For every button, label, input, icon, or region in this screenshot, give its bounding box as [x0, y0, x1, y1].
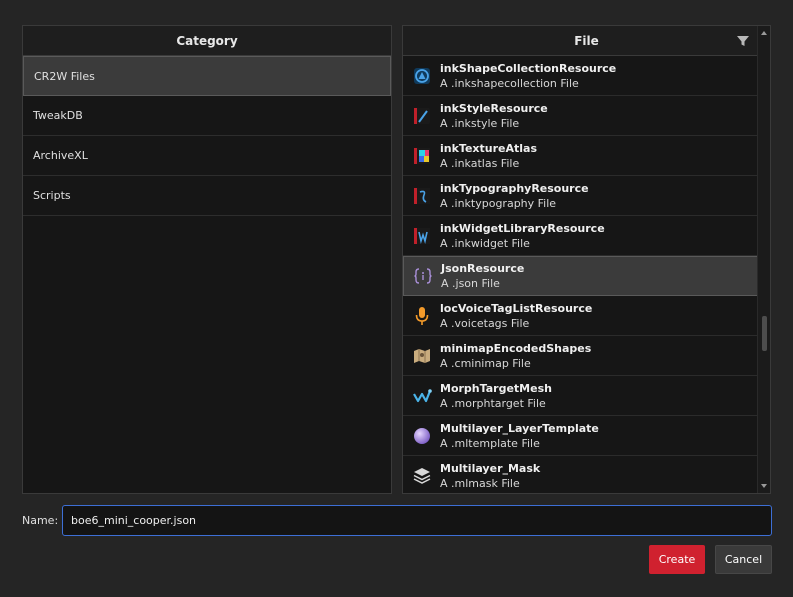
- name-label: Name:: [22, 514, 59, 527]
- file-name: inkTextureAtlas: [440, 141, 538, 155]
- file-name: JsonResource: [441, 262, 525, 275]
- file-name: inkTypographyResource: [440, 181, 589, 195]
- ink-widget-icon: [414, 227, 430, 244]
- category-item-scripts[interactable]: Scripts: [23, 176, 391, 216]
- file-item[interactable]: minimapEncodedShapes A .cminimap File: [403, 336, 758, 376]
- microphone-icon: [415, 306, 429, 325]
- category-item-label: TweakDB: [33, 109, 83, 122]
- file-header[interactable]: File: [403, 26, 770, 56]
- file-name: inkShapeCollectionResource: [440, 61, 617, 75]
- file-list: inkShapeCollectionResource A .inkshapeco…: [403, 56, 758, 494]
- file-name: Multilayer_Mask: [440, 461, 541, 475]
- file-item[interactable]: inkTextureAtlas A .inkatlas File: [403, 136, 758, 176]
- file-header-label: File: [574, 33, 599, 48]
- file-name: Multilayer_LayerTemplate: [440, 421, 599, 435]
- file-name: locVoiceTagListResource: [440, 301, 593, 315]
- file-description: A .inkshapecollection File: [440, 76, 579, 90]
- file-name: inkStyleResource: [440, 101, 548, 115]
- file-description: A .json File: [441, 277, 500, 290]
- file-item[interactable]: MorphTargetMesh A .morphtarget File: [403, 376, 758, 416]
- scroll-up-icon[interactable]: [761, 31, 767, 35]
- name-input[interactable]: [62, 505, 772, 536]
- file-item[interactable]: inkShapeCollectionResource A .inkshapeco…: [403, 56, 758, 96]
- file-description: A .inkatlas File: [440, 156, 520, 170]
- scroll-thumb[interactable]: [762, 316, 767, 351]
- category-panel: Category CR2W Files TweakDB ArchiveXL Sc…: [22, 25, 392, 494]
- file-description: A .inkwidget File: [440, 236, 530, 250]
- category-header-label: Category: [176, 33, 238, 48]
- map-icon: [414, 348, 430, 363]
- scroll-down-icon[interactable]: [761, 484, 767, 488]
- file-item[interactable]: inkStyleResource A .inkstyle File: [403, 96, 758, 136]
- category-item-cr2w-files[interactable]: CR2W Files: [23, 56, 391, 96]
- file-description: A .inktypography File: [440, 196, 557, 210]
- file-name: inkWidgetLibraryResource: [440, 221, 605, 235]
- ink-style-icon: [414, 107, 430, 124]
- file-description: A .mltemplate File: [440, 436, 540, 450]
- category-item-archivexl[interactable]: ArchiveXL: [23, 136, 391, 176]
- layers-icon: [413, 467, 431, 484]
- file-item[interactable]: inkTypographyResource A .inktypography F…: [403, 176, 758, 216]
- file-item[interactable]: JsonResource A .json File: [403, 256, 758, 296]
- file-description: A .mlmask File: [440, 476, 520, 490]
- file-panel: File inkShapeCollectionResource A .inksh…: [402, 25, 771, 494]
- file-item[interactable]: Multilayer_LayerTemplate A .mltemplate F…: [403, 416, 758, 456]
- sphere-icon: [414, 427, 430, 444]
- file-description: A .inkstyle File: [440, 116, 520, 130]
- ink-typography-icon: [414, 187, 430, 204]
- category-item-label: CR2W Files: [34, 69, 95, 83]
- category-header[interactable]: Category: [23, 26, 391, 56]
- file-item[interactable]: inkWidgetLibraryResource A .inkwidget Fi…: [403, 216, 758, 256]
- file-list-scrollbar[interactable]: [757, 26, 770, 493]
- cancel-button[interactable]: Cancel: [715, 545, 772, 574]
- category-item-label: Scripts: [33, 189, 71, 202]
- create-button[interactable]: Create: [649, 545, 705, 574]
- filter-icon[interactable]: [736, 34, 750, 48]
- file-description: A .morphtarget File: [440, 396, 546, 410]
- morph-target-icon: [413, 388, 432, 402]
- ink-shape-collection-icon: [414, 67, 430, 84]
- file-description: A .cminimap File: [440, 356, 531, 370]
- category-item-tweakdb[interactable]: TweakDB: [23, 96, 391, 136]
- file-item[interactable]: Multilayer_Mask A .mlmask File: [403, 456, 758, 494]
- file-name: minimapEncodedShapes: [440, 341, 592, 355]
- file-description: A .voicetags File: [440, 316, 530, 330]
- file-item[interactable]: locVoiceTagListResource A .voicetags Fil…: [403, 296, 758, 336]
- ink-texture-atlas-icon: [414, 147, 430, 164]
- file-name: MorphTargetMesh: [440, 381, 552, 395]
- category-item-label: ArchiveXL: [33, 149, 88, 162]
- json-icon: [414, 268, 432, 284]
